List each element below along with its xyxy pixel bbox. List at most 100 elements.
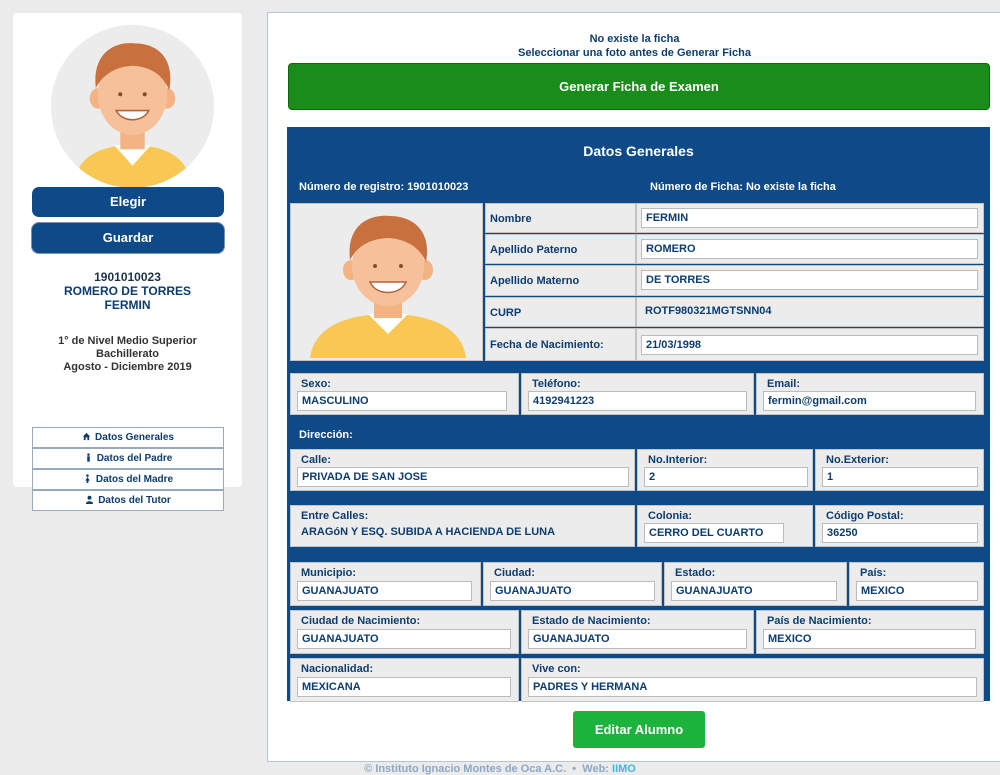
- nav-datos-generales[interactable]: Datos Generales: [32, 427, 224, 448]
- curp-cell: ROTF980321MGTSNN04: [636, 297, 984, 327]
- footer-text: © Instituto Ignacio Montes de Oca A.C.: [364, 763, 567, 775]
- estado-label: Estado:: [675, 567, 716, 579]
- email-field[interactable]: fermin@gmail.com: [763, 391, 976, 411]
- main-panel: No existe la ficha Seleccionar una foto …: [267, 12, 1000, 762]
- codigo-postal-field[interactable]: 36250: [822, 523, 978, 543]
- municipio-label: Municipio:: [301, 567, 356, 579]
- fecha-nacimiento-cell: 21/03/1998: [636, 328, 984, 361]
- no-exterior-label: No.Exterior:: [826, 454, 889, 466]
- apellido-materno-cell: DE TORRES: [636, 265, 984, 296]
- card-title: Datos Generales: [583, 143, 694, 159]
- telefono-label: Teléfono:: [532, 378, 581, 390]
- ciudad-cell: Ciudad: GUANAJUATO: [483, 562, 662, 606]
- pais-field[interactable]: MEXICO: [856, 581, 978, 601]
- estado-nacimiento-label: Estado de Nacimiento:: [532, 615, 651, 627]
- nav-label: Datos del Madre: [95, 474, 174, 485]
- nav-datos-padre[interactable]: Datos del Padre: [32, 448, 224, 469]
- sexo-label: Sexo:: [301, 378, 331, 390]
- ficha-number: Número de Ficha: No existe la ficha: [650, 181, 836, 193]
- edit-student-button[interactable]: Editar Alumno: [573, 711, 705, 748]
- nombre-cell: FERMIN: [636, 203, 984, 233]
- apellido-materno-field[interactable]: DE TORRES: [641, 270, 978, 290]
- colonia-cell: Colonia: CERRO DEL CUARTO: [637, 505, 813, 547]
- generate-exam-button[interactable]: Generar Ficha de Examen: [288, 63, 990, 110]
- apellido-paterno-field[interactable]: ROMERO: [641, 239, 978, 259]
- municipio-field[interactable]: GUANAJUATO: [297, 581, 472, 601]
- entre-calles-field[interactable]: ARAGóN Y ESQ. SUBIDA A HACIENDA DE LUNA: [297, 523, 629, 543]
- vive-con-field[interactable]: PADRES Y HERMANA: [528, 677, 977, 697]
- nacionalidad-label: Nacionalidad:: [301, 663, 374, 675]
- student-lastname: ROMERO DE TORRES: [63, 284, 192, 298]
- pais-nacimiento-field[interactable]: MEXICO: [763, 629, 976, 649]
- apellido-paterno-cell: ROMERO: [636, 234, 984, 264]
- student-program: Bachillerato: [96, 348, 159, 360]
- footer: © Instituto Ignacio Montes de Oca A.C. •…: [0, 763, 1000, 775]
- ciudad-nacimiento-cell: Ciudad de Nacimiento: GUANAJUATO: [290, 610, 519, 654]
- nav-label: Datos Generales: [95, 432, 174, 443]
- ciudad-label: Ciudad:: [494, 567, 535, 579]
- save-photo-button[interactable]: Guardar: [32, 223, 224, 253]
- colonia-label: Colonia:: [648, 510, 692, 522]
- sexo-cell: Sexo: MASCULINO: [290, 373, 519, 415]
- instruction-message: Seleccionar una foto antes de Generar Fi…: [518, 47, 751, 59]
- direccion-label: Dirección:: [299, 429, 353, 441]
- sidebar: Elegir Guardar 1901010023 ROMERO DE TORR…: [13, 13, 242, 511]
- nav-datos-madre[interactable]: Datos del Madre: [32, 469, 224, 490]
- ciudad-nacimiento-label: Ciudad de Nacimiento:: [301, 615, 421, 627]
- no-interior-label: No.Interior:: [648, 454, 708, 466]
- student-avatar: [51, 25, 214, 188]
- ciudad-nacimiento-field[interactable]: GUANAJUATO: [297, 629, 511, 649]
- estado-cell: Estado: GUANAJUATO: [664, 562, 847, 606]
- footer-web-link[interactable]: IIMO: [612, 763, 636, 775]
- apellido-materno-label: Apellido Materno: [485, 265, 636, 296]
- nav-label: Datos del Tutor: [98, 495, 171, 506]
- student-id: 1901010023: [94, 270, 161, 284]
- student-photo: [290, 203, 483, 361]
- estado-nacimiento-cell: Estado de Nacimiento: GUANAJUATO: [521, 610, 754, 654]
- datos-generales-card: Datos Generales Número de registro: 1901…: [287, 127, 990, 702]
- nombre-label: Nombre: [485, 203, 636, 233]
- footer-separator: •: [572, 763, 577, 775]
- student-level: 1° de Nivel Medio Superior: [58, 335, 197, 347]
- entre-calles-label: Entre Calles:: [301, 510, 369, 522]
- apellido-paterno-label: Apellido Paterno: [485, 234, 636, 264]
- municipio-cell: Municipio: GUANAJUATO: [290, 562, 481, 606]
- no-exterior-field[interactable]: 1: [822, 467, 978, 487]
- calle-field[interactable]: PRIVADA DE SAN JOSE: [297, 467, 629, 487]
- ciudad-field[interactable]: GUANAJUATO: [490, 581, 655, 601]
- calle-label: Calle:: [301, 454, 331, 466]
- nacionalidad-field[interactable]: MEXICANA: [297, 677, 511, 697]
- curp-label: CURP: [485, 297, 636, 327]
- footer-web-label: Web:: [582, 763, 609, 775]
- pais-cell: País: MEXICO: [849, 562, 984, 606]
- nacionalidad-cell: Nacionalidad: MEXICANA: [290, 658, 519, 702]
- no-interior-cell: No.Interior: 2: [637, 449, 813, 491]
- nav-label: Datos del Padre: [96, 453, 173, 464]
- estado-field[interactable]: GUANAJUATO: [671, 581, 837, 601]
- pais-label: País:: [860, 567, 887, 579]
- telefono-field[interactable]: 4192941223: [528, 391, 747, 411]
- vive-con-cell: Vive con: PADRES Y HERMANA: [521, 658, 984, 702]
- nombre-field[interactable]: FERMIN: [641, 208, 978, 228]
- codigo-postal-cell: Código Postal: 36250: [815, 505, 984, 547]
- nav-datos-tutor[interactable]: Datos del Tutor: [32, 490, 224, 511]
- email-label: Email:: [767, 378, 801, 390]
- codigo-postal-label: Código Postal:: [826, 510, 904, 522]
- no-interior-field[interactable]: 2: [644, 467, 808, 487]
- user-icon: [86, 495, 94, 504]
- home-icon: [82, 432, 91, 441]
- pais-nacimiento-label: País de Nacimiento:: [767, 615, 872, 627]
- fecha-nacimiento-label: Fecha de Nacimiento:: [485, 328, 636, 361]
- no-exterior-cell: No.Exterior: 1: [815, 449, 984, 491]
- calle-cell: Calle: PRIVADA DE SAN JOSE: [290, 449, 635, 491]
- pais-nacimiento-cell: País de Nacimiento: MEXICO: [756, 610, 984, 654]
- status-message: No existe la ficha: [589, 33, 680, 45]
- estado-nacimiento-field[interactable]: GUANAJUATO: [528, 629, 747, 649]
- student-firstname: FERMIN: [104, 298, 151, 312]
- student-period: Agosto - Diciembre 2019: [63, 361, 192, 373]
- sexo-field[interactable]: MASCULINO: [297, 391, 507, 411]
- choose-photo-button[interactable]: Elegir: [32, 187, 224, 217]
- colonia-field[interactable]: CERRO DEL CUARTO: [644, 523, 784, 543]
- fecha-nacimiento-field[interactable]: 21/03/1998: [641, 335, 978, 355]
- telefono-cell: Teléfono: 4192941223: [521, 373, 754, 415]
